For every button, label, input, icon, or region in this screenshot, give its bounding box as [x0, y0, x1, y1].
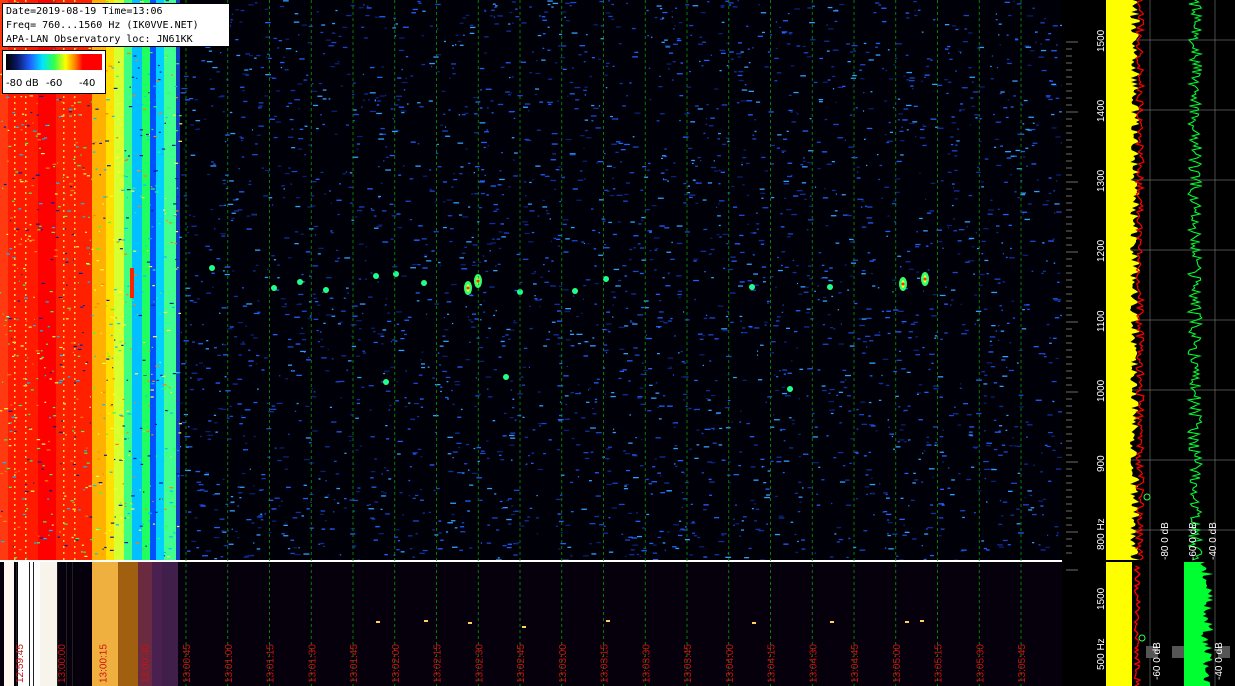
time-tick-label: 13:01:45 [349, 644, 360, 683]
svg-text:900: 900 [1096, 455, 1107, 472]
svg-text:13:02:15: 13:02:15 [433, 644, 444, 683]
scale-mid-label: -60 [46, 78, 63, 89]
svg-text:-40 0 dB: -40 0 dB [1208, 522, 1219, 560]
svg-text:1500: 1500 [1096, 29, 1107, 52]
freq-tick-label: 1000 [1096, 379, 1107, 402]
time-tick-label: 13:05:30 [975, 644, 986, 683]
svg-text:1200: 1200 [1096, 239, 1107, 262]
frequency-label: Freq= 760...1560 Hz (IK0VVE.NET) [6, 20, 199, 31]
time-tick-label: 13:05:15 [934, 644, 945, 683]
time-tick-label: 13:03:45 [683, 644, 694, 683]
time-tick-label: 13:01:30 [307, 644, 318, 683]
scale-min-label: -80 dB [6, 78, 39, 89]
spectrogram-display: 1500 1400 1300 1200 1100 1000 900 800 Hz 1500 500… [0, 0, 1235, 686]
time-tick-label: 13:01:00 [224, 644, 235, 683]
svg-text:1500: 1500 [1096, 587, 1107, 610]
info-box: Date=2019-08-19 Time=13:06 Freq= 760...1… [2, 3, 230, 47]
svg-text:13:04:15: 13:04:15 [767, 644, 778, 683]
svg-text:500 Hz: 500 Hz [1096, 638, 1107, 670]
svg-text:13:03:45: 13:03:45 [683, 644, 694, 683]
svg-text:-80 0 dB: -80 0 dB [1160, 522, 1171, 560]
freq-tick-label: 1300 [1096, 169, 1107, 192]
freq-tick-label: 800 Hz [1096, 518, 1107, 550]
time-tick-label: 13:01:15 [266, 644, 277, 683]
freq-tick-label: 1500 [1096, 29, 1107, 52]
svg-text:-60 0 dB: -60 0 dB [1152, 642, 1163, 680]
svg-text:13:02:45: 13:02:45 [516, 644, 527, 683]
time-tick-label: 13:04:00 [725, 644, 736, 683]
svg-text:13:04:00: 13:04:00 [725, 644, 736, 683]
svg-text:13:03:00: 13:03:00 [558, 644, 569, 683]
time-tick-label: 13:00:30 [140, 644, 151, 683]
time-tick-label: 13:02:15 [433, 644, 444, 683]
time-tick-label: 13:05:45 [1017, 644, 1028, 683]
svg-text:13:01:45: 13:01:45 [349, 644, 360, 683]
svg-text:-60 0 dB: -60 0 dB [1188, 522, 1199, 560]
time-grid [185, 0, 1022, 686]
svg-text:1300: 1300 [1096, 169, 1107, 192]
lower-freq-tick-label: 500 Hz [1096, 638, 1107, 670]
svg-text:13:05:30: 13:05:30 [975, 644, 986, 683]
freq-tick-label: 1200 [1096, 239, 1107, 262]
svg-text:13:02:00: 13:02:00 [391, 644, 402, 683]
observatory-label: APA-LAN Observatory loc: JN61KK [6, 34, 193, 45]
color-scale-bar [6, 54, 102, 70]
db-scale-label: -60 0 dB [1152, 642, 1163, 680]
lower-freq-tick-label: 1500 [1096, 587, 1107, 610]
svg-text:13:00:45: 13:00:45 [182, 644, 193, 683]
svg-text:13:02:30: 13:02:30 [474, 644, 485, 683]
svg-text:13:05:45: 13:05:45 [1017, 644, 1028, 683]
svg-text:13:01:00: 13:01:00 [224, 644, 235, 683]
db-scale-label: -80 0 dB [1160, 522, 1171, 560]
time-tick-label: 13:02:00 [391, 644, 402, 683]
color-scale-legend: -80 dB -60 -40 [2, 50, 106, 94]
time-tick-label: 13:00:45 [182, 644, 193, 683]
time-tick-label: 13:05:00 [892, 644, 903, 683]
spectrogram-canvas: 1500 1400 1300 1200 1100 1000 900 800 Hz 1500 500… [0, 0, 1235, 686]
svg-text:13:03:15: 13:03:15 [600, 644, 611, 683]
db-scale-label: -60 0 dB [1188, 522, 1199, 560]
time-tick-label: 13:00:15 [99, 644, 110, 683]
frequency-axis: 1500 1400 1300 1200 1100 1000 900 800 Hz 1500 500… [1062, 0, 1107, 686]
time-tick-label: 13:03:30 [641, 644, 652, 683]
time-tick-label: 13:04:15 [767, 644, 778, 683]
svg-text:1400: 1400 [1096, 99, 1107, 122]
date-time-label: Date=2019-08-19 Time=13:06 [6, 6, 163, 17]
time-tick-label: 13:03:00 [558, 644, 569, 683]
freq-tick-label: 900 [1096, 455, 1107, 472]
freq-tick-label: 1400 [1096, 99, 1107, 122]
time-tick-label: 13:02:45 [516, 644, 527, 683]
svg-text:1000: 1000 [1096, 379, 1107, 402]
svg-text:13:05:00: 13:05:00 [892, 644, 903, 683]
svg-text:13:04:30: 13:04:30 [808, 644, 819, 683]
svg-text:13:00:30: 13:00:30 [140, 644, 151, 683]
time-tick-label: 13:04:30 [808, 644, 819, 683]
svg-text:1100: 1100 [1096, 310, 1107, 332]
svg-text:13:05:15: 13:05:15 [934, 644, 945, 683]
svg-text:13:00:15: 13:00:15 [99, 644, 110, 683]
freq-tick-label: 1100 [1096, 310, 1107, 332]
svg-text:13:03:30: 13:03:30 [641, 644, 652, 683]
svg-text:13:01:30: 13:01:30 [307, 644, 318, 683]
svg-text:800 Hz: 800 Hz [1096, 518, 1107, 550]
svg-text:13:04:45: 13:04:45 [850, 644, 861, 683]
db-scale-label: -40 0 dB [1214, 642, 1225, 680]
svg-text:-40 0 dB: -40 0 dB [1214, 642, 1225, 680]
time-tick-label: 12:59:45 [15, 644, 26, 683]
time-tick-label: 13:02:30 [474, 644, 485, 683]
svg-text:13:01:15: 13:01:15 [266, 644, 277, 683]
db-scale-label: -40 0 dB [1208, 522, 1219, 560]
time-tick-label: 13:03:15 [600, 644, 611, 683]
scale-max-label: -40 [79, 78, 96, 89]
time-tick-label: 13:04:45 [850, 644, 861, 683]
svg-text:13:00:00: 13:00:00 [57, 644, 68, 683]
time-tick-label: 13:00:00 [57, 644, 68, 683]
spectrum-panel: -80 0 dB -60 0 dB -40 0 dB -60 0 dB -40 0 dB [1106, 0, 1235, 686]
svg-text:12:59:45: 12:59:45 [15, 644, 26, 683]
waterfall-main [0, 0, 1068, 562]
